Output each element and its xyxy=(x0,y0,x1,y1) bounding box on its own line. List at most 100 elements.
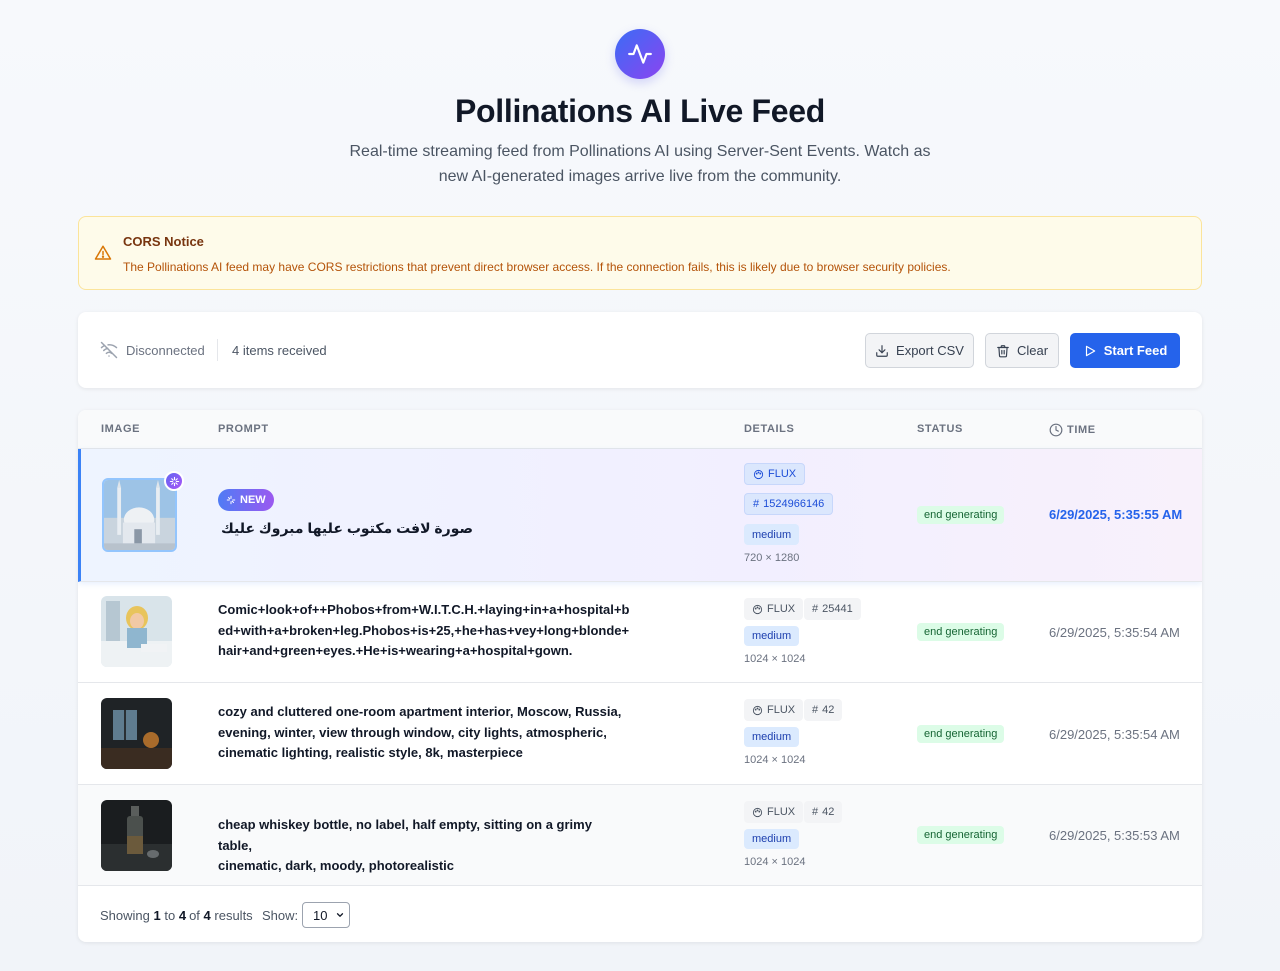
header-details: DETAILS xyxy=(744,423,795,435)
hash-icon: # xyxy=(812,603,819,615)
trash-icon xyxy=(997,344,1009,357)
export-csv-label: Export CSV xyxy=(896,343,964,358)
palette-icon xyxy=(752,604,763,614)
table-header: IMAGE PROMPT DETAILS STATUS TIME xyxy=(78,410,1202,449)
model-chip: FLUX xyxy=(744,598,804,620)
prompt-text: صورة لافت مكتوب عليها مبروك عليك xyxy=(221,518,631,539)
start-feed-label: Start Feed xyxy=(1103,343,1168,358)
warning-icon xyxy=(94,245,112,260)
status-badge: end generating xyxy=(917,623,1005,641)
model-chip: FLUX xyxy=(744,463,806,485)
comic-thumbnail[interactable] xyxy=(101,596,172,667)
pagination-summary: Showing 1 to 4 of 4 results xyxy=(100,908,253,923)
activity-icon xyxy=(628,44,652,64)
status-badge: end generating xyxy=(917,506,1005,524)
table-row[interactable]: Comic+look+of++Phobos+from+W.I.T.C.H.+la… xyxy=(78,582,1202,683)
page-size-value: 10 xyxy=(313,907,328,923)
connection-status: Disconnected xyxy=(100,341,205,359)
download-icon xyxy=(876,344,888,357)
header-time-label: TIME xyxy=(1067,424,1096,436)
results-word: results xyxy=(214,908,253,923)
page-title: Pollinations AI Live Feed xyxy=(454,93,826,129)
prompt-line: hair+and+green+eyes.+He+is+wearing+a+hos… xyxy=(218,643,573,658)
new-badge: NEW xyxy=(218,489,274,511)
app-logo xyxy=(615,29,665,79)
play-icon xyxy=(1085,345,1095,356)
prompt-line: ed+with+a+broken+leg.Phobos+is+25,+he+ha… xyxy=(218,622,630,638)
table-row[interactable]: cheap whiskey bottle, no label, half emp… xyxy=(78,785,1202,886)
quality-chip: medium xyxy=(744,626,800,646)
items-received-count: 4 items received xyxy=(232,343,327,358)
of-word: of xyxy=(189,908,200,923)
prompt-text: Comic+look+of++Phobos+from+W.I.T.C.H.+la… xyxy=(218,600,630,662)
mosque-thumbnail[interactable] xyxy=(102,478,177,552)
image-size: 1024 × 1024 xyxy=(744,653,806,665)
clear-button[interactable]: Clear xyxy=(985,333,1059,368)
page-subtitle: Real-time streaming feed from Pollinatio… xyxy=(340,139,940,189)
timestamp: 6/29/2025, 5:35:54 AM xyxy=(1049,625,1180,640)
quality-chip: medium xyxy=(744,829,800,849)
subtitle-line-2: new AI-generated images arrive live from… xyxy=(438,168,842,185)
subtitle-line-1: Real-time streaming feed from Pollinatio… xyxy=(349,143,931,160)
model-chip: FLUX xyxy=(744,699,804,721)
prompt-line: صورة لافت مكتوب عليها مبروك عليك xyxy=(221,520,474,536)
clear-label: Clear xyxy=(1016,343,1049,358)
feed-controls: Disconnected 4 items received Export CSV… xyxy=(78,312,1202,388)
prompt-line: evening, winter, view through window, ci… xyxy=(218,724,607,740)
showing-prefix: Showing xyxy=(100,908,150,923)
cors-notice: CORS Notice The Pollinations AI feed may… xyxy=(78,216,1202,290)
header-status: STATUS xyxy=(917,423,963,435)
to-word: to xyxy=(164,908,176,923)
header-image: IMAGE xyxy=(101,423,141,435)
image-size: 1024 × 1024 xyxy=(744,856,806,868)
range-end: 4 xyxy=(178,908,187,923)
apartment-thumbnail[interactable] xyxy=(101,698,172,769)
whiskey-thumbnail[interactable] xyxy=(101,800,172,871)
chevron-down-icon xyxy=(337,913,344,917)
prompt-text: cheap whiskey bottle, no label, half emp… xyxy=(218,815,628,877)
timestamp: 6/29/2025, 5:35:55 AM xyxy=(1049,507,1183,522)
connection-label: Disconnected xyxy=(126,342,205,358)
wifi-off-icon xyxy=(100,341,118,359)
palette-icon xyxy=(752,807,763,817)
page-size-label: Show: xyxy=(262,908,299,923)
notice-text: The Pollinations AI feed may have CORS r… xyxy=(123,260,951,274)
header-prompt: PROMPT xyxy=(218,423,269,435)
feed-table: IMAGE PROMPT DETAILS STATUS TIME NEW صور… xyxy=(78,410,1202,942)
prompt-text: cozy and cluttered one-room apartment in… xyxy=(218,702,628,764)
model-label: FLUX xyxy=(767,704,796,716)
palette-icon xyxy=(753,469,764,479)
sparkle-icon xyxy=(164,471,184,491)
prompt-line: cinematic, dark, moody, photorealistic xyxy=(218,858,454,873)
prompt-line: cheap whiskey bottle, no label, half emp… xyxy=(218,817,592,853)
table-row[interactable]: cozy and cluttered one-room apartment in… xyxy=(78,683,1202,785)
seed-chip: # 1524966146 xyxy=(744,493,834,515)
seed-label: 25441 xyxy=(822,603,853,615)
quality-chip: medium xyxy=(744,524,800,545)
start-feed-button[interactable]: Start Feed xyxy=(1070,333,1180,368)
header-time: TIME xyxy=(1049,423,1096,437)
hash-icon: # xyxy=(753,498,760,510)
timestamp: 6/29/2025, 5:35:54 AM xyxy=(1049,727,1180,742)
page-size-select[interactable]: 10 xyxy=(302,902,350,928)
status-badge: end generating xyxy=(917,826,1005,844)
hash-icon: # xyxy=(812,704,819,716)
prompt-line: cozy and cluttered one-room apartment in… xyxy=(218,704,622,719)
table-row[interactable]: NEW صورة لافت مكتوب عليها مبروك عليك FLU… xyxy=(78,449,1202,582)
hash-icon: # xyxy=(812,806,819,818)
seed-label: 42 xyxy=(822,806,835,818)
model-label: FLUX xyxy=(767,806,796,818)
export-csv-button[interactable]: Export CSV xyxy=(865,333,974,368)
divider xyxy=(217,339,218,361)
seed-chip: # 42 xyxy=(804,801,843,823)
seed-label: 1524966146 xyxy=(763,498,825,510)
clock-icon xyxy=(1049,423,1063,437)
seed-label: 42 xyxy=(822,704,835,716)
seed-chip: # 25441 xyxy=(804,598,861,620)
prompt-line: cinematic lighting, realistic style, 8k,… xyxy=(218,745,523,760)
total-count: 4 xyxy=(203,908,211,923)
range-start: 1 xyxy=(153,908,161,923)
model-label: FLUX xyxy=(767,603,796,615)
model-chip: FLUX xyxy=(744,801,804,823)
image-size: 1024 × 1024 xyxy=(744,754,806,766)
